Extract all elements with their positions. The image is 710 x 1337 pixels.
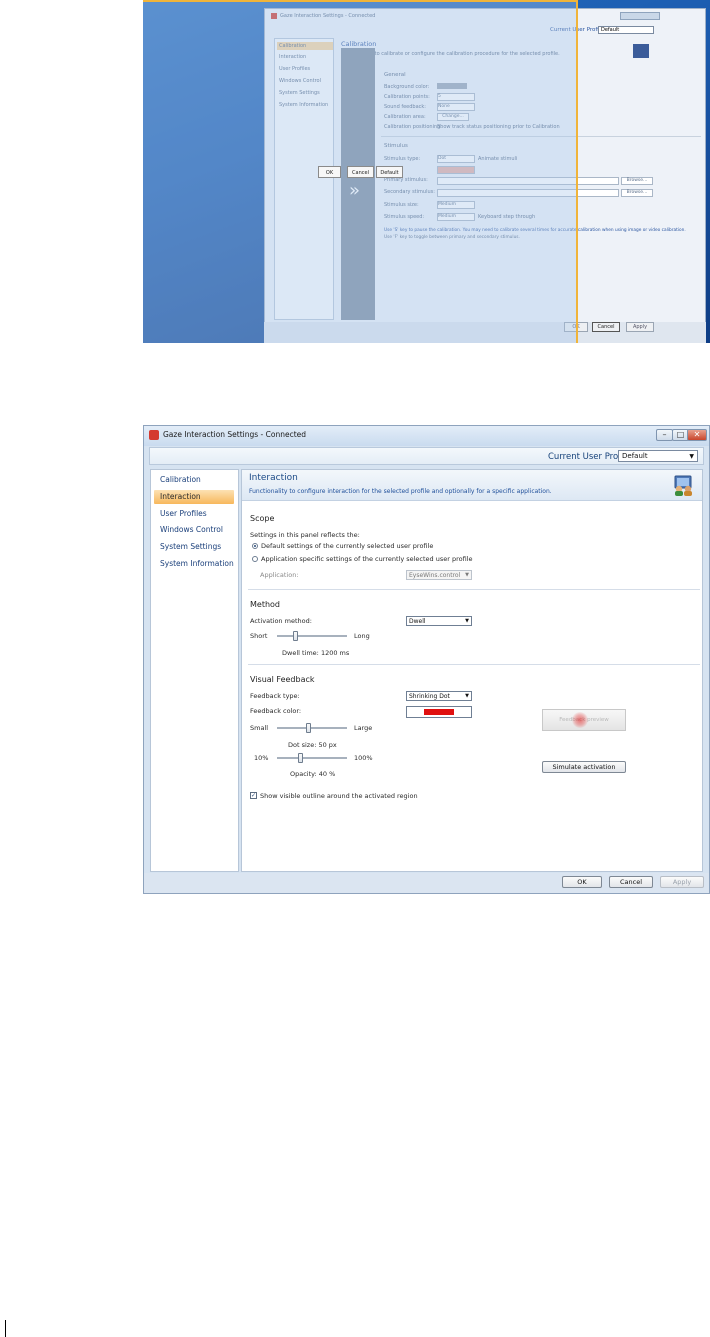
window-title: Gaze Interaction Settings - Connected (163, 430, 307, 439)
opacity-min-label: 10% (254, 754, 269, 762)
feedback-type-label: Feedback type: (250, 692, 300, 700)
dwell-short-label: Short (250, 632, 268, 640)
opacity-slider-thumb[interactable] (298, 753, 304, 763)
method-heading: Method (250, 600, 281, 609)
sidebar-item-windows-control[interactable]: Windows Control (154, 523, 234, 537)
simulate-activation-button[interactable]: Simulate activation (542, 761, 626, 773)
page-description: Functionality to configure interaction f… (249, 488, 552, 495)
computer-icon (633, 44, 649, 58)
divider (248, 664, 700, 665)
visual-feedback-heading: Visual Feedback (250, 675, 315, 684)
caption-buttons[interactable] (620, 12, 660, 20)
interaction-settings-window: Gaze Interaction Settings - Connected – … (143, 425, 710, 894)
activation-method-value: Dwell (409, 618, 426, 625)
cancel-button[interactable]: Cancel (609, 876, 653, 888)
sidebar-item-system-information[interactable]: System Information (154, 557, 234, 571)
feedback-color-swatch (424, 709, 454, 715)
dwell-slider-thumb[interactable] (293, 631, 299, 641)
dot-large-label: Large (354, 724, 373, 732)
opacity-label: Opacity: 40 % (290, 770, 336, 778)
dot-size-slider-thumb[interactable] (306, 723, 312, 733)
scope-app-radio[interactable] (252, 556, 258, 562)
page-margin-marker (5, 1320, 6, 1337)
sidebar-item-system-settings[interactable]: System Settings (154, 540, 234, 554)
feedback-color-button[interactable] (406, 706, 472, 718)
scope-app-label: Application specific settings of the cur… (261, 555, 473, 563)
profile-select[interactable]: Default ▼ (618, 450, 698, 462)
dot-size-slider-track[interactable] (277, 727, 347, 729)
scope-default-label: Default settings of the currently select… (261, 542, 434, 550)
application-select-value: EyseWins.control (409, 572, 461, 579)
chevron-down-icon: ▼ (465, 618, 469, 624)
shrinking-dot-preview (572, 712, 588, 728)
feedback-preview: Feedback preview (542, 709, 626, 731)
profile-select-value: Default (622, 452, 648, 460)
sidebar-item-interaction[interactable]: Interaction (154, 490, 234, 504)
activation-method-label: Activation method: (250, 617, 312, 625)
close-icon[interactable]: ✕ (687, 429, 707, 441)
feedback-type-value: Shrinking Dot (409, 693, 450, 700)
opacity-slider-track[interactable] (277, 757, 347, 759)
scope-heading: Scope (250, 514, 275, 523)
browse-secondary-button[interactable]: Browse... (621, 189, 653, 197)
scope-default-radio[interactable] (252, 543, 258, 549)
chevron-down-icon: ▼ (465, 693, 469, 699)
outline-label: Show visible outline around the activate… (260, 792, 418, 800)
ok-button[interactable]: OK (562, 876, 602, 888)
apply-button[interactable]: Apply (660, 876, 704, 888)
activation-method-select[interactable]: Dwell ▼ (406, 616, 472, 626)
calibration-screenshot: Gaze Interaction Settings - Connected Cu… (143, 0, 710, 343)
opacity-max-label: 100% (354, 754, 373, 762)
dwell-slider-track[interactable] (277, 635, 347, 637)
overlay-default-button[interactable]: Default (376, 166, 403, 178)
sidebar-item-user-profiles[interactable]: User Profiles (154, 507, 234, 521)
overlay-ok-button[interactable]: OK (318, 166, 341, 178)
app-icon (149, 430, 159, 440)
profile-select[interactable]: Default (598, 26, 654, 34)
outline-checkbox[interactable]: ✓ (250, 792, 257, 799)
panel-header (242, 470, 702, 501)
dot-small-label: Small (250, 724, 269, 732)
minimize-icon[interactable]: – (656, 429, 673, 441)
main-panel (241, 469, 703, 872)
overlay-cancel-button[interactable]: Cancel (347, 166, 374, 178)
application-label: Application: (260, 571, 299, 579)
chevron-down-icon: ▼ (465, 572, 469, 578)
sidebar-item-calibration[interactable]: Calibration (154, 473, 234, 487)
scope-intro: Settings in this panel reflects the: (250, 531, 360, 539)
apply-button[interactable]: Apply (626, 322, 654, 332)
dot-size-label: Dot size: 50 px (288, 741, 337, 749)
dwell-time-label: Dwell time: 1200 ms (282, 649, 350, 657)
feedback-type-select[interactable]: Shrinking Dot ▼ (406, 691, 472, 701)
application-select[interactable]: EyseWins.control ▼ (406, 570, 472, 580)
interaction-users-icon (674, 475, 692, 496)
cancel-button[interactable]: Cancel (592, 322, 620, 332)
browse-primary-button[interactable]: Browse... (621, 177, 653, 185)
page-title: Interaction (249, 473, 298, 483)
divider (248, 589, 700, 590)
chevron-down-icon: ▼ (689, 453, 694, 460)
dwell-long-label: Long (354, 632, 370, 640)
feedback-color-label: Feedback color: (250, 707, 302, 715)
